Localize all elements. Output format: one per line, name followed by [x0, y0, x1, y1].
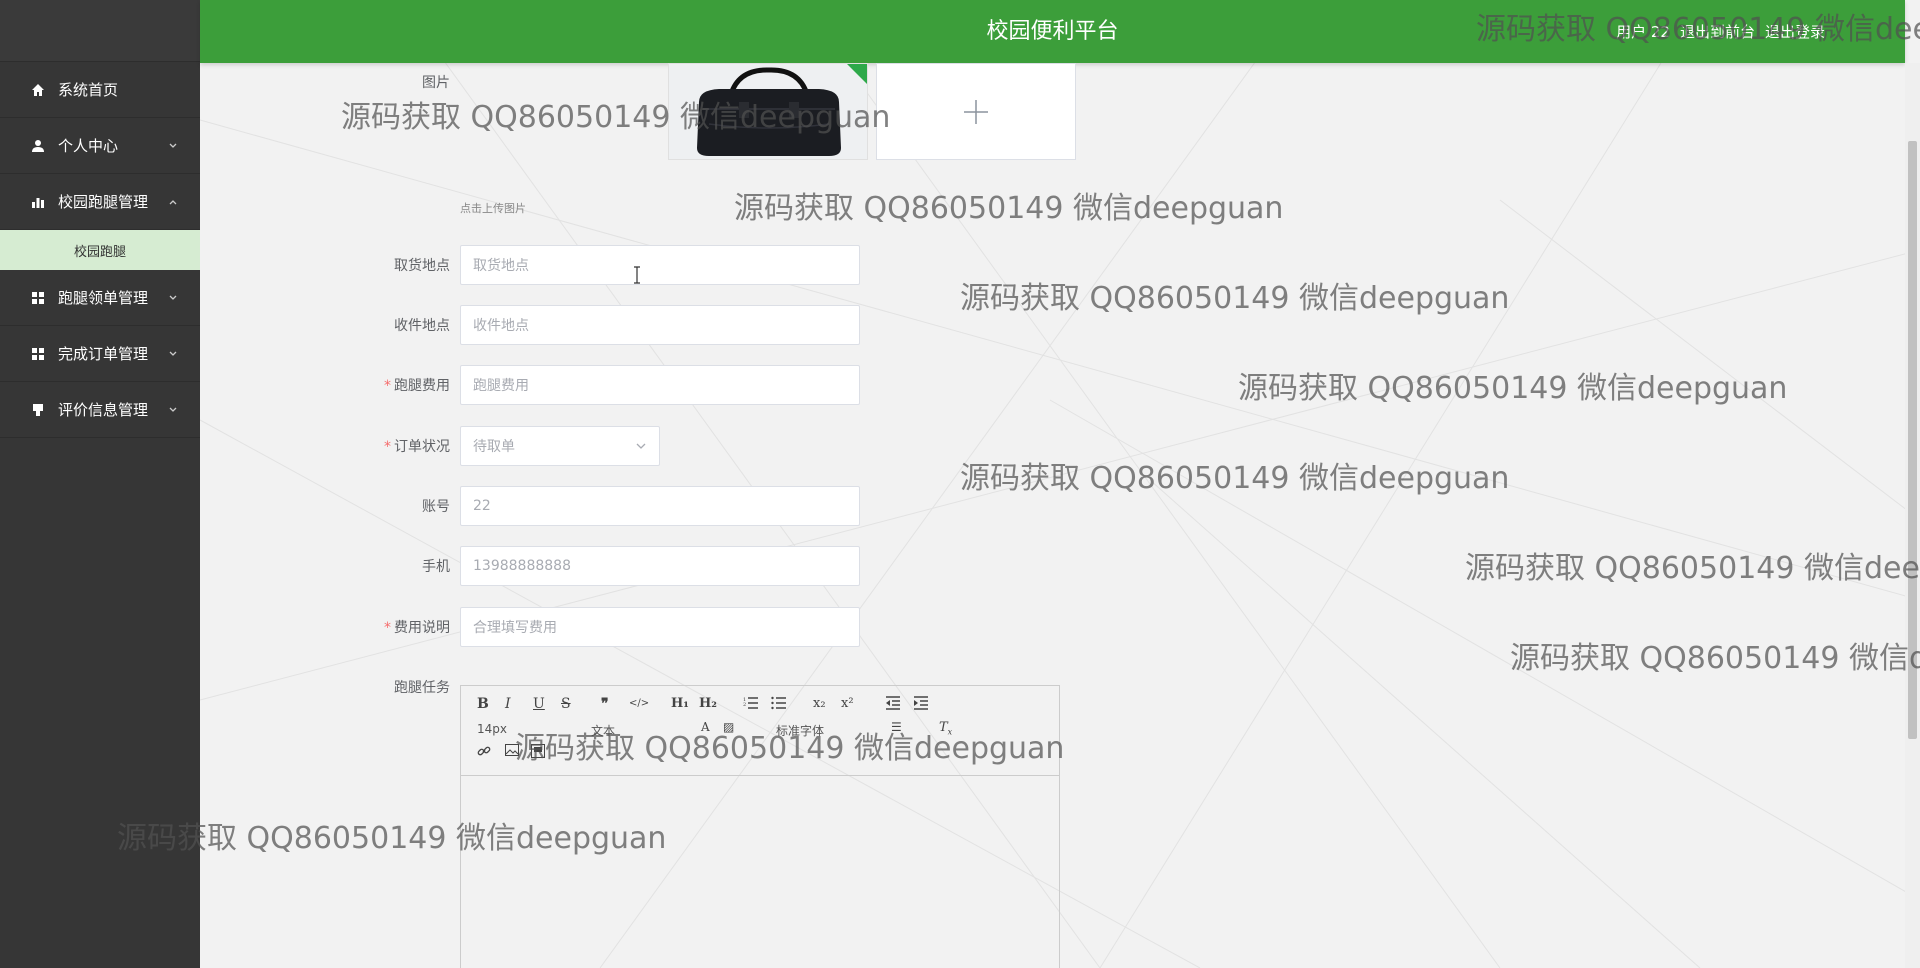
status-label: * 订单状况: [330, 436, 450, 456]
bold-button[interactable]: B: [477, 696, 489, 712]
outdent-icon: [886, 696, 900, 710]
receive-label: 收件地点: [330, 315, 450, 335]
image-label-text: 图片: [422, 75, 450, 91]
watermark: 源码获取 QQ86050149 微信deepguan: [117, 821, 667, 856]
sidebar-item-label: 校园跑腿管理: [58, 193, 149, 211]
watermark: 源码获取 QQ86050149 微信deepguan: [1476, 12, 1920, 47]
fee-desc-placeholder: 合理填写费用: [473, 620, 557, 636]
watermark: 源码获取 QQ86050149 微信deepguan: [1238, 371, 1788, 406]
task-label: 跑腿任务: [330, 677, 450, 697]
sidebar-item-review-management[interactable]: 评价信息管理: [0, 382, 200, 438]
sidebar-item-completed-order-management[interactable]: 完成订单管理: [0, 326, 200, 382]
chevron-down-icon: [168, 405, 178, 415]
text-cursor-icon: [634, 266, 640, 284]
required-mark: *: [384, 378, 391, 394]
underline-button[interactable]: U: [533, 696, 545, 712]
watermark: 源码获取 QQ86050149 微信deepguan: [341, 100, 891, 135]
strike-button[interactable]: S: [561, 696, 571, 712]
receive-input[interactable]: 收件地点: [460, 305, 860, 345]
code-button[interactable]: </>: [629, 698, 649, 709]
sidebar-item-label: 跑腿领单管理: [58, 289, 149, 307]
chevron-up-icon: [168, 197, 178, 207]
h2-button[interactable]: H₂: [699, 696, 717, 711]
sidebar-item-home[interactable]: 系统首页: [0, 62, 200, 118]
required-mark: *: [384, 620, 391, 636]
task-label-text: 跑腿任务: [394, 680, 450, 696]
watermark: 源码获取 QQ86050149 微信deepguan: [1510, 641, 1920, 676]
pickup-input[interactable]: 取货地点: [460, 245, 860, 285]
status-select[interactable]: 待取单: [460, 426, 660, 466]
blockquote-button[interactable]: ❞: [601, 696, 609, 712]
fee-label: * 跑腿费用: [330, 375, 450, 395]
italic-button[interactable]: I: [505, 696, 511, 712]
status-label-text: 订单状况: [394, 439, 450, 455]
chevron-down-icon: [168, 293, 178, 303]
sidebar-subitem-errand[interactable]: 校园跑腿: [0, 230, 200, 270]
sidebar-item-label: 完成订单管理: [58, 345, 149, 363]
fee-desc-label-text: 费用说明: [394, 620, 450, 636]
receive-label-text: 收件地点: [394, 318, 450, 334]
ordered-list-icon: 12: [743, 697, 758, 709]
ordered-list-button[interactable]: 12: [743, 696, 759, 714]
superscript-button[interactable]: x²: [841, 696, 854, 711]
page-scrollbar[interactable]: [1905, 63, 1920, 968]
chevron-down-icon: [168, 141, 178, 151]
user-icon: [30, 138, 46, 154]
watermark: 源码获取 QQ86050149 微信deepguan: [515, 731, 1065, 766]
watermark: 源码获取 QQ86050149 微信deepguan: [734, 191, 1284, 226]
image-label: 图片: [330, 72, 450, 92]
chevron-down-icon: [636, 443, 646, 449]
comment-icon: [30, 402, 46, 418]
grid-icon: [30, 290, 46, 306]
watermark: 源码获取 QQ86050149 微信deepguan: [960, 461, 1510, 496]
sidebar-item-label: 评价信息管理: [58, 401, 149, 419]
outdent-button[interactable]: [885, 696, 901, 714]
account-input[interactable]: 22: [460, 486, 860, 526]
font-size-select[interactable]: 14px: [477, 722, 507, 736]
sidebar-item-label: 个人中心: [58, 137, 119, 155]
receive-placeholder: 收件地点: [473, 318, 529, 334]
account-label: 账号: [330, 496, 450, 516]
fee-desc-input[interactable]: 合理填写费用: [460, 607, 860, 647]
indent-icon: [914, 696, 928, 710]
link-button[interactable]: [477, 744, 491, 762]
chevron-down-icon: [168, 349, 178, 359]
pickup-label: 取货地点: [330, 255, 450, 275]
h1-button[interactable]: H₁: [671, 696, 689, 711]
fee-label-text: 跑腿费用: [394, 378, 450, 394]
phone-label: 手机: [330, 556, 450, 576]
upload-hint: 点击上传图片: [460, 202, 526, 215]
sidebar-item-errand-management[interactable]: 校园跑腿管理: [0, 174, 200, 230]
watermark: 源码获取 QQ86050149 微信deepguan: [960, 281, 1510, 316]
fee-placeholder: 跑腿费用: [473, 378, 529, 394]
phone-value: 13988888888: [473, 558, 571, 574]
upload-add-button[interactable]: [876, 63, 1076, 160]
plus-icon: [964, 99, 988, 124]
sidebar-item-label: 系统首页: [58, 81, 119, 99]
grid-icon: [30, 346, 46, 362]
sidebar-item-personal-center[interactable]: 个人中心: [0, 118, 200, 174]
pickup-label-text: 取货地点: [394, 258, 450, 274]
indent-button[interactable]: [913, 696, 929, 714]
fee-desc-label: * 费用说明: [330, 617, 450, 637]
fee-input[interactable]: 跑腿费用: [460, 365, 860, 405]
bullet-list-button[interactable]: [771, 696, 787, 714]
home-icon: [30, 82, 46, 98]
phone-input[interactable]: 13988888888: [460, 546, 860, 586]
required-mark: *: [384, 439, 391, 455]
svg-text:2: 2: [743, 702, 746, 708]
watermark: 源码获取 QQ86050149 微信deepguan: [1465, 551, 1920, 586]
subscript-button[interactable]: x₂: [813, 696, 826, 711]
link-icon: [477, 746, 491, 756]
sidebar-brand: [0, 0, 200, 62]
pickup-placeholder: 取货地点: [473, 258, 529, 274]
sidebar-item-order-pickup-management[interactable]: 跑腿领单管理: [0, 270, 200, 326]
bullet-list-icon: [771, 696, 786, 710]
account-value: 22: [473, 498, 491, 514]
phone-label-text: 手机: [422, 559, 450, 575]
account-label-text: 账号: [422, 499, 450, 515]
status-select-value: 待取单: [473, 439, 515, 455]
bar-chart-icon: [30, 194, 46, 210]
